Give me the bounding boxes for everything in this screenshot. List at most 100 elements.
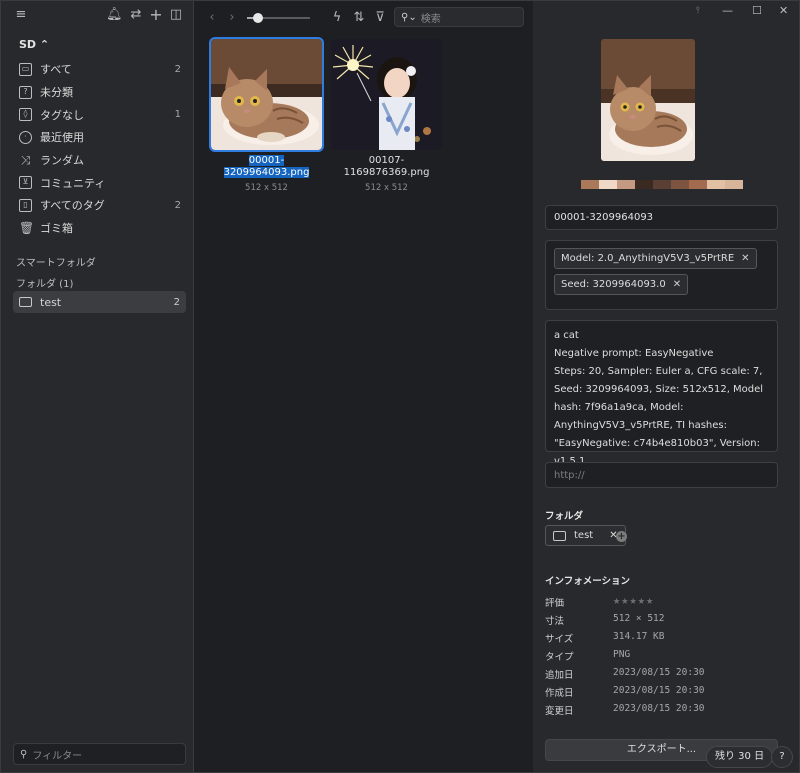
sidebar-item-recent[interactable]: · 最近使用 bbox=[11, 126, 187, 149]
sync-icon[interactable]: ⇄ bbox=[128, 7, 144, 23]
sidebar-item-label: コミュニティ bbox=[40, 176, 106, 190]
color-swatch[interactable] bbox=[707, 180, 725, 189]
filter-icon[interactable]: ⊽ bbox=[372, 10, 388, 26]
filter-placeholder: フィルター bbox=[32, 750, 83, 762]
thumbnail-fireworks[interactable] bbox=[331, 39, 442, 150]
question-icon: ? bbox=[19, 85, 32, 99]
info-key: 寸法 bbox=[545, 616, 565, 627]
thumbnail-caption-cat[interactable]: 00001- 3209964093.png 512 x 512 bbox=[211, 155, 322, 194]
sidebar-item-label: すべて bbox=[40, 63, 72, 77]
back-icon[interactable]: ‹ bbox=[204, 10, 220, 26]
file-name-line1: 00001- bbox=[248, 155, 285, 166]
lightning-icon[interactable]: ϟ bbox=[329, 10, 345, 26]
folder-section-heading: フォルダ bbox=[545, 511, 584, 522]
sidebar-item-all[interactable]: ▭ すべて 2 bbox=[11, 58, 187, 81]
tags-field[interactable]: Model: 2.0_AnythingV5V3_v5PrtRE ✕ Seed: … bbox=[545, 240, 778, 310]
sidebar-item-all-tags[interactable]: ▯ すべてのタグ 2 bbox=[11, 194, 187, 217]
file-name-line1: 00107- bbox=[368, 155, 405, 166]
sidebar-item-random[interactable]: ⤨ ランダム bbox=[11, 149, 187, 172]
color-swatch[interactable] bbox=[653, 180, 671, 189]
pin-button[interactable]: ⫯ bbox=[696, 6, 700, 16]
folder-count: 2 bbox=[173, 296, 180, 308]
info-row-size: サイズ 314.17 KB bbox=[545, 631, 785, 649]
sidebar-item-count: 2 bbox=[174, 199, 181, 211]
inbox-icon: ▭ bbox=[19, 62, 32, 76]
sidebar-item-label: タグなし bbox=[40, 108, 84, 122]
cat-preview-image bbox=[601, 39, 695, 161]
star-icon[interactable]: ★ bbox=[629, 593, 637, 607]
note-field[interactable]: a cat Negative prompt: EasyNegative Step… bbox=[545, 320, 778, 467]
app-window: ≡ 🔔︎ ⇄ + ◫ SD ⌃ ▭ すべて 2 ? 未分類 ◊ タグなし 1 ·… bbox=[0, 0, 800, 773]
search-input[interactable]: ⚲⌄ 検索 bbox=[394, 7, 524, 27]
tag-icon: ◊ bbox=[19, 108, 32, 122]
sidebar-item-untagged[interactable]: ◊ タグなし 1 bbox=[11, 103, 187, 126]
remove-tag-icon[interactable]: ✕ bbox=[673, 279, 681, 290]
info-section-heading: インフォメーション bbox=[545, 576, 631, 587]
info-value: 2023/08/15 20:30 bbox=[613, 667, 705, 678]
color-swatch[interactable] bbox=[635, 180, 653, 189]
file-dimensions: 512 x 512 bbox=[365, 183, 408, 193]
thumbnail-caption-fireworks[interactable]: 00107- 1169876369.png 512 x 512 bbox=[331, 155, 442, 194]
color-swatch[interactable] bbox=[581, 180, 599, 189]
search-icon: ⚲ bbox=[20, 748, 28, 760]
tag-label: Seed: 3209964093.0 bbox=[561, 279, 666, 290]
tags-icon: ▯ bbox=[19, 198, 32, 212]
sidebar-folder-test[interactable]: test 2 bbox=[13, 291, 186, 313]
smart-folder-heading[interactable]: スマートフォルダ bbox=[16, 254, 96, 269]
add-folder-icon[interactable]: + bbox=[616, 531, 627, 542]
filter-input[interactable]: ⚲ フィルター bbox=[13, 743, 186, 765]
star-icon[interactable]: ★ bbox=[638, 593, 646, 607]
sidebar-nav: ▭ すべて 2 ? 未分類 ◊ タグなし 1 · 最近使用 ⤨ ランダム ⊻ コ… bbox=[11, 58, 187, 240]
folder-chip-label: test bbox=[574, 530, 594, 541]
trial-days-badge[interactable]: 残り 30 日 bbox=[706, 746, 774, 768]
info-table: 評価 ★★★★★ 寸法 512 × 512 サイズ 314.17 KB タイプ … bbox=[545, 593, 785, 721]
sidebar-item-community[interactable]: ⊻ コミュニティ bbox=[11, 171, 187, 194]
minimize-button[interactable]: — bbox=[722, 4, 733, 17]
folders-heading[interactable]: フォルダ (1) bbox=[16, 275, 73, 290]
tag-chip-seed[interactable]: Seed: 3209964093.0 ✕ bbox=[554, 274, 689, 295]
zoom-slider[interactable] bbox=[247, 13, 310, 23]
search-icon: ⚲⌄ bbox=[401, 11, 417, 23]
color-swatch[interactable] bbox=[599, 180, 617, 189]
panel-toggle-icon[interactable]: ◫ bbox=[168, 7, 184, 23]
sidebar-item-trash[interactable]: 🗑︎ ゴミ箱 bbox=[11, 217, 187, 240]
sidebar-item-uncategorized[interactable]: ? 未分類 bbox=[11, 81, 187, 104]
color-swatch[interactable] bbox=[725, 180, 743, 189]
sort-icon[interactable]: ⇅ bbox=[351, 10, 367, 26]
library-switcher[interactable]: SD ⌃ bbox=[19, 38, 49, 51]
help-button[interactable]: ? bbox=[771, 746, 793, 768]
info-row-rating: 評価 ★★★★★ bbox=[545, 593, 785, 613]
forward-icon[interactable]: › bbox=[224, 10, 240, 26]
info-row-added: 追加日 2023/08/15 20:30 bbox=[545, 667, 785, 685]
info-key: 評価 bbox=[545, 598, 565, 609]
folder-chip[interactable]: test ✕ bbox=[545, 525, 626, 546]
info-row-type: タイプ PNG bbox=[545, 649, 785, 667]
star-icon[interactable]: ★ bbox=[613, 593, 621, 607]
url-field[interactable]: http:// bbox=[545, 462, 778, 488]
filename-field[interactable]: 00001-3209964093 bbox=[545, 205, 778, 230]
folder-icon bbox=[553, 530, 566, 541]
sidebar-item-count: 2 bbox=[174, 63, 181, 75]
tag-label: Model: 2.0_AnythingV5V3_v5PrtRE bbox=[561, 253, 735, 264]
remove-tag-icon[interactable]: ✕ bbox=[741, 253, 749, 264]
main-grid: ‹ › ϟ ⇅ ⊽ ⚲⌄ 検索 00001- 3209964093.png 51… bbox=[195, 1, 533, 772]
color-swatch[interactable] bbox=[671, 180, 689, 189]
bell-icon[interactable]: 🔔︎ bbox=[106, 7, 123, 23]
close-button[interactable]: ✕ bbox=[779, 4, 788, 17]
star-icon[interactable]: ★ bbox=[646, 593, 654, 607]
info-value: 314.17 KB bbox=[613, 631, 665, 642]
image-preview[interactable] bbox=[601, 39, 695, 161]
info-row-dimensions: 寸法 512 × 512 bbox=[545, 613, 785, 631]
tag-chip-model[interactable]: Model: 2.0_AnythingV5V3_v5PrtRE ✕ bbox=[554, 248, 757, 269]
color-swatch[interactable] bbox=[617, 180, 635, 189]
info-row-modified: 変更日 2023/08/15 20:30 bbox=[545, 703, 785, 721]
menu-icon[interactable]: ≡ bbox=[13, 7, 29, 23]
color-swatch[interactable] bbox=[689, 180, 707, 189]
thumbnail-cat[interactable] bbox=[209, 37, 324, 152]
add-icon[interactable]: + bbox=[148, 7, 164, 23]
maximize-button[interactable]: ☐ bbox=[752, 4, 762, 17]
sidebar-item-label: すべてのタグ bbox=[40, 199, 105, 213]
info-row-created: 作成日 2023/08/15 20:30 bbox=[545, 685, 785, 703]
rating-stars[interactable]: ★★★★★ bbox=[613, 593, 654, 607]
zoom-slider-knob[interactable] bbox=[253, 13, 264, 23]
